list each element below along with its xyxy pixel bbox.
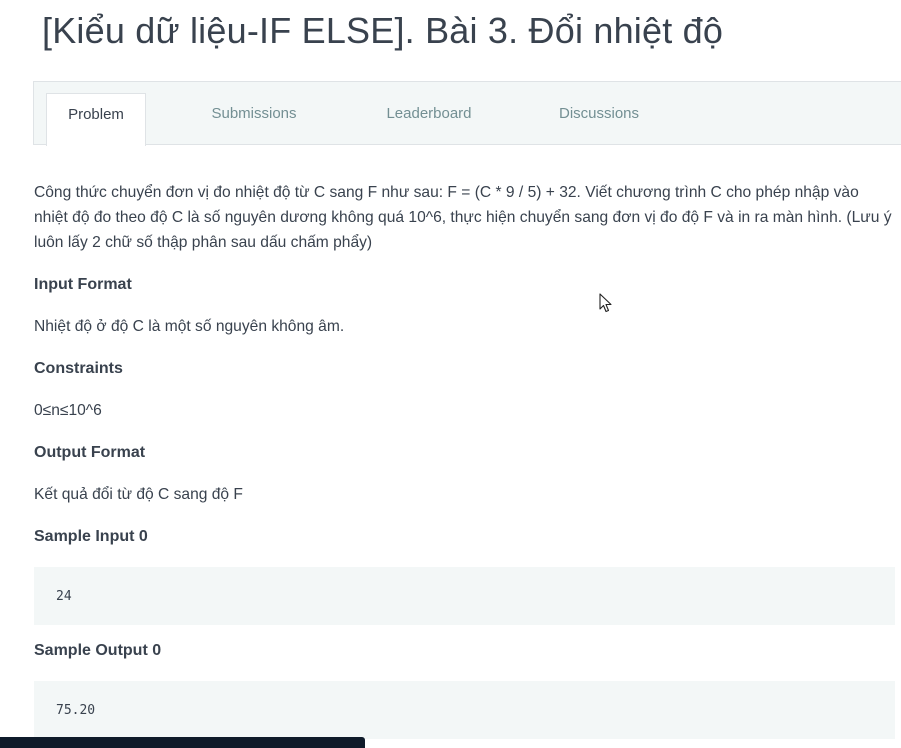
problem-description: Công thức chuyển đơn vị đo nhiệt độ từ C… bbox=[34, 184, 892, 251]
output-format-text: Kết quả đổi từ độ C sang độ F bbox=[34, 486, 243, 503]
problem-content: Công thức chuyển đơn vị đo nhiệt độ từ C… bbox=[34, 180, 896, 739]
tab-leaderboard[interactable]: Leaderboard bbox=[374, 93, 484, 145]
sample-input-code: 24 bbox=[56, 589, 72, 604]
sample-input-box: 24 bbox=[34, 567, 895, 625]
tab-bar: Problem Submissions Leaderboard Discussi… bbox=[33, 81, 901, 146]
constraints-heading: Constraints bbox=[34, 360, 123, 377]
sample-output-heading: Sample Output 0 bbox=[34, 642, 162, 659]
input-format-text: Nhiệt độ ở độ C là một số nguyên không â… bbox=[34, 318, 345, 335]
sample-input-heading: Sample Input 0 bbox=[34, 528, 148, 545]
taskbar bbox=[0, 737, 365, 748]
tab-problem[interactable]: Problem bbox=[46, 93, 146, 146]
output-format-heading: Output Format bbox=[34, 444, 146, 461]
tab-discussions[interactable]: Discussions bbox=[549, 93, 649, 145]
sample-output-code: 75.20 bbox=[56, 703, 96, 718]
constraints-text: 0≤n≤10^6 bbox=[34, 402, 102, 419]
input-format-heading: Input Format bbox=[34, 276, 132, 293]
mouse-pointer-icon bbox=[599, 293, 612, 313]
tab-submissions[interactable]: Submissions bbox=[204, 93, 304, 145]
sample-output-box: 75.20 bbox=[34, 681, 895, 739]
page-title: [Kiểu dữ liệu-IF ELSE]. Bài 3. Đổi nhiệt… bbox=[42, 10, 724, 51]
